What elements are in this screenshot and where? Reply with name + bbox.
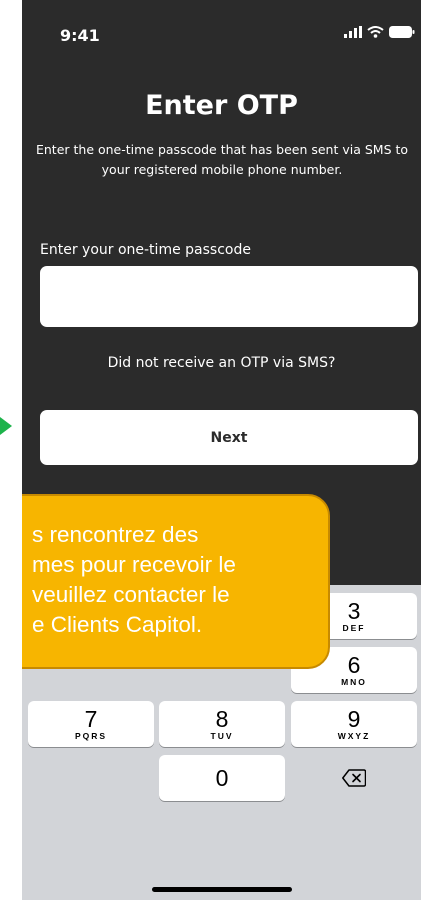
callout-line-3: veuillez contacter le (32, 582, 230, 607)
key-7[interactable]: 7 PQRS (28, 701, 154, 747)
key-7-number: 7 (84, 706, 98, 732)
resend-otp-link[interactable]: Did not receive an OTP via SMS? (22, 355, 421, 371)
callout-line-2: mes pour recevoir le (32, 552, 236, 577)
callout-line-1: s rencontrez des (32, 522, 199, 547)
next-button[interactable]: Next (40, 410, 418, 465)
home-indicator[interactable] (152, 887, 292, 892)
status-bar: 9:41 (22, 0, 421, 60)
otp-field-label: Enter your one-time passcode (40, 242, 251, 258)
callout-line-4: e Clients Capitol. (32, 612, 203, 637)
delete-key[interactable] (291, 755, 417, 801)
key-8[interactable]: 8 TUV (159, 701, 285, 747)
key-8-number: 8 (215, 706, 229, 732)
key-9-number: 9 (347, 706, 361, 732)
green-arrow-pointer (0, 414, 12, 438)
page-title: Enter OTP (145, 90, 298, 121)
key-9[interactable]: 9 WXYZ (291, 701, 417, 747)
status-icons (344, 26, 415, 38)
subtitle-line-1: Enter the one-time passcode that has bee… (35, 142, 409, 157)
backspace-icon (342, 769, 367, 787)
battery-icon (389, 26, 415, 38)
key-8-letters: TUV (210, 731, 234, 741)
status-time: 9:41 (60, 26, 100, 45)
otp-input[interactable] (40, 266, 418, 327)
phone-screen: 9:41 Enter OTP Enter the one-time passco… (22, 0, 421, 900)
key-9-letters: WXYZ (337, 731, 371, 741)
key-0[interactable]: 0 (159, 755, 285, 801)
wifi-icon (367, 26, 384, 38)
subtitle-line-2: your registered mobile phone number. (101, 162, 343, 177)
signal-icon (344, 26, 362, 38)
help-callout: s rencontrez des mes pour recevoir le ve… (22, 494, 330, 669)
page-subtitle: Enter the one-time passcode that has bee… (32, 140, 412, 180)
key-0-number: 0 (215, 765, 229, 791)
key-7-letters: PQRS (74, 731, 108, 741)
key-6-letters: MNO (341, 677, 367, 687)
